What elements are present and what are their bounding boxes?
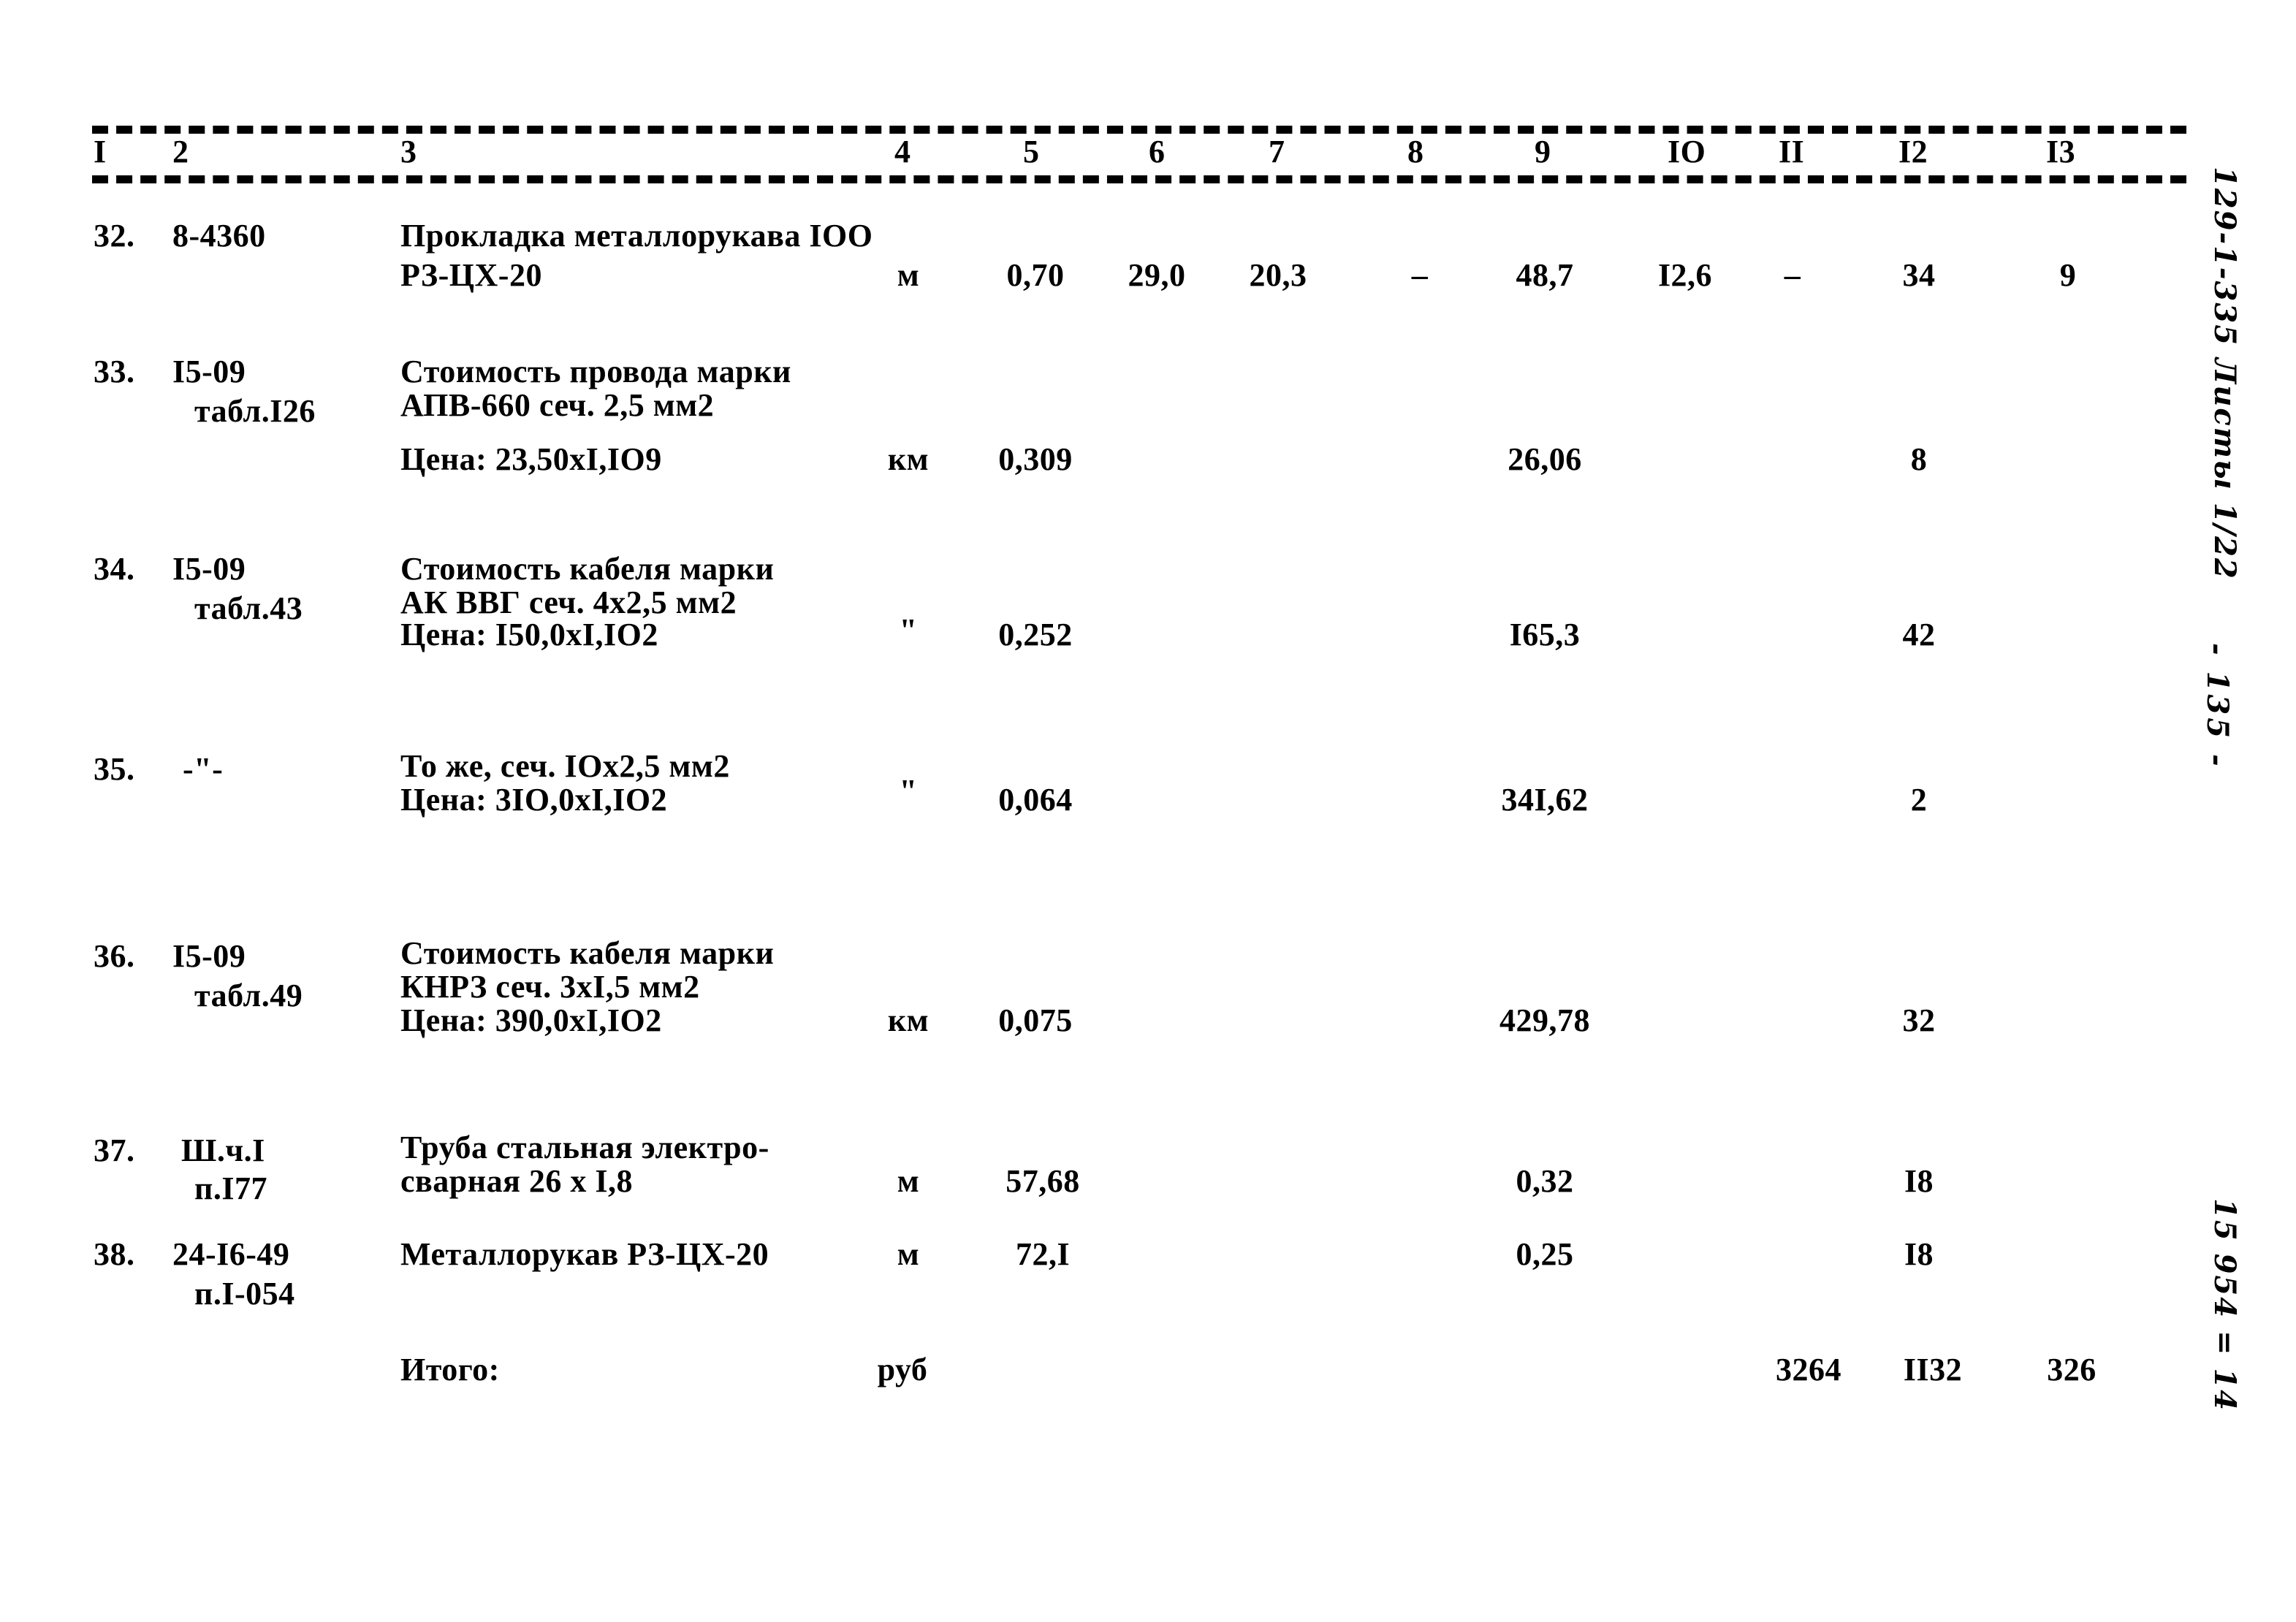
column-header-10: IO [1668, 134, 1706, 170]
row-code: табл.49 [194, 978, 303, 1013]
column-header-1: I [94, 134, 107, 170]
row-code: 8-4360 [172, 218, 266, 254]
row-col12: 8 [1910, 441, 1928, 477]
row-col5: 0,075 [998, 1002, 1073, 1038]
row-col10: I2,6 [1657, 257, 1713, 293]
row-description: Металлорукав РЗ-ЦХ-20 [400, 1236, 769, 1272]
document-page: I 2 3 4 5 6 7 8 9 IO II I2 I3 32. 8-4360… [0, 0, 2296, 1622]
row-col5: 72,I [1015, 1236, 1071, 1272]
table-row: 34. [94, 551, 135, 587]
table-header-rule [92, 175, 2186, 183]
margin-note-code: 129-1-335 Листы 1/22 [2208, 167, 2242, 580]
row-col6: 29,0 [1128, 257, 1186, 293]
row-description: АПВ-660 сеч. 2,5 мм2 [400, 387, 715, 423]
column-header-5: 5 [1023, 134, 1040, 170]
row-unit: км [887, 441, 930, 477]
row-description: РЗ-ЦХ-20 [400, 257, 542, 293]
row-code: I5-09 [172, 551, 246, 587]
row-unit: м [897, 257, 920, 293]
table-row: 37. [94, 1132, 135, 1168]
row-unit: " [899, 773, 918, 809]
row-col12: 42 [1902, 617, 1936, 652]
row-unit: " [899, 612, 918, 648]
row-col12: 34 [1902, 257, 1936, 293]
row-col5: 0,252 [998, 617, 1073, 652]
column-header-11: II [1779, 134, 1805, 170]
table-row: 35. [94, 751, 135, 787]
row-col12: 32 [1902, 1002, 1936, 1038]
row-col7: 20,3 [1249, 257, 1307, 293]
row-code: Ш.ч.I [181, 1132, 265, 1168]
row-unit: м [897, 1163, 920, 1199]
row-col12: I8 [1904, 1163, 1934, 1199]
table-row: 36. [94, 938, 135, 974]
row-code: I5-09 [172, 938, 246, 974]
row-col9: 26,06 [1508, 441, 1582, 477]
total-unit: руб [877, 1352, 928, 1387]
row-description: Прокладка металлорукава IOO [400, 218, 873, 254]
row-price-formula: Цена: I50,0хI,IO2 [400, 617, 658, 652]
margin-note-page: - 135 - [2200, 643, 2235, 769]
row-code: п.I77 [194, 1170, 267, 1206]
column-header-3: 3 [400, 134, 417, 170]
row-code: табл.I26 [194, 393, 316, 429]
total-col12: II32 [1903, 1352, 1963, 1387]
row-col12: I8 [1904, 1236, 1934, 1272]
row-code: п.I-054 [194, 1276, 295, 1311]
row-col13: 9 [2059, 257, 2077, 293]
row-col12: 2 [1910, 782, 1928, 818]
row-col9: I65,3 [1509, 617, 1581, 652]
row-col11: – [1784, 257, 1801, 293]
table-row: 32. [94, 218, 135, 254]
row-price-formula: Цена: 23,50хI,IO9 [400, 441, 662, 477]
row-description: сварная 26 х I,8 [400, 1163, 634, 1199]
row-col5: 0,70 [1006, 257, 1065, 293]
column-header-7: 7 [1269, 134, 1285, 170]
row-col9: 34I,62 [1501, 782, 1589, 818]
table-row: 38. [94, 1236, 135, 1272]
row-code: табл.43 [194, 590, 303, 626]
table-row: 33. [94, 354, 135, 389]
table-top-rule [92, 126, 2186, 134]
column-header-8: 8 [1407, 134, 1424, 170]
total-col13: 326 [2047, 1352, 2097, 1387]
column-header-13: I3 [2046, 134, 2076, 170]
row-col9: 48,7 [1516, 257, 1574, 293]
total-col11: 3264 [1776, 1352, 1841, 1387]
row-col5: 57,68 [1006, 1163, 1080, 1199]
column-header-6: 6 [1149, 134, 1166, 170]
row-price-formula: Цена: 3IO,0хI,IO2 [400, 782, 668, 818]
row-col5: 0,309 [998, 441, 1073, 477]
row-code: I5-09 [172, 354, 246, 389]
row-code: 24-I6-49 [172, 1236, 290, 1272]
column-header-2: 2 [172, 134, 189, 170]
column-header-12: I2 [1898, 134, 1928, 170]
row-col9: 0,32 [1516, 1163, 1574, 1199]
row-price-formula: Цена: 390,0хI,IO2 [400, 1002, 662, 1038]
row-col5: 0,064 [998, 782, 1073, 818]
row-col9: 0,25 [1516, 1236, 1574, 1272]
estimate-table: I 2 3 4 5 6 7 8 9 IO II I2 I3 32. 8-4360… [0, 0, 2296, 1622]
row-unit: м [897, 1236, 920, 1272]
row-col9: 429,78 [1499, 1002, 1590, 1038]
row-unit: км [887, 1002, 930, 1038]
total-label: Итого: [400, 1352, 500, 1387]
margin-note-total: 15 954 = 14 [2208, 1198, 2242, 1412]
row-code: -"- [183, 751, 224, 787]
column-header-9: 9 [1535, 134, 1551, 170]
column-header-4: 4 [894, 134, 911, 170]
row-col8: – [1411, 257, 1429, 293]
